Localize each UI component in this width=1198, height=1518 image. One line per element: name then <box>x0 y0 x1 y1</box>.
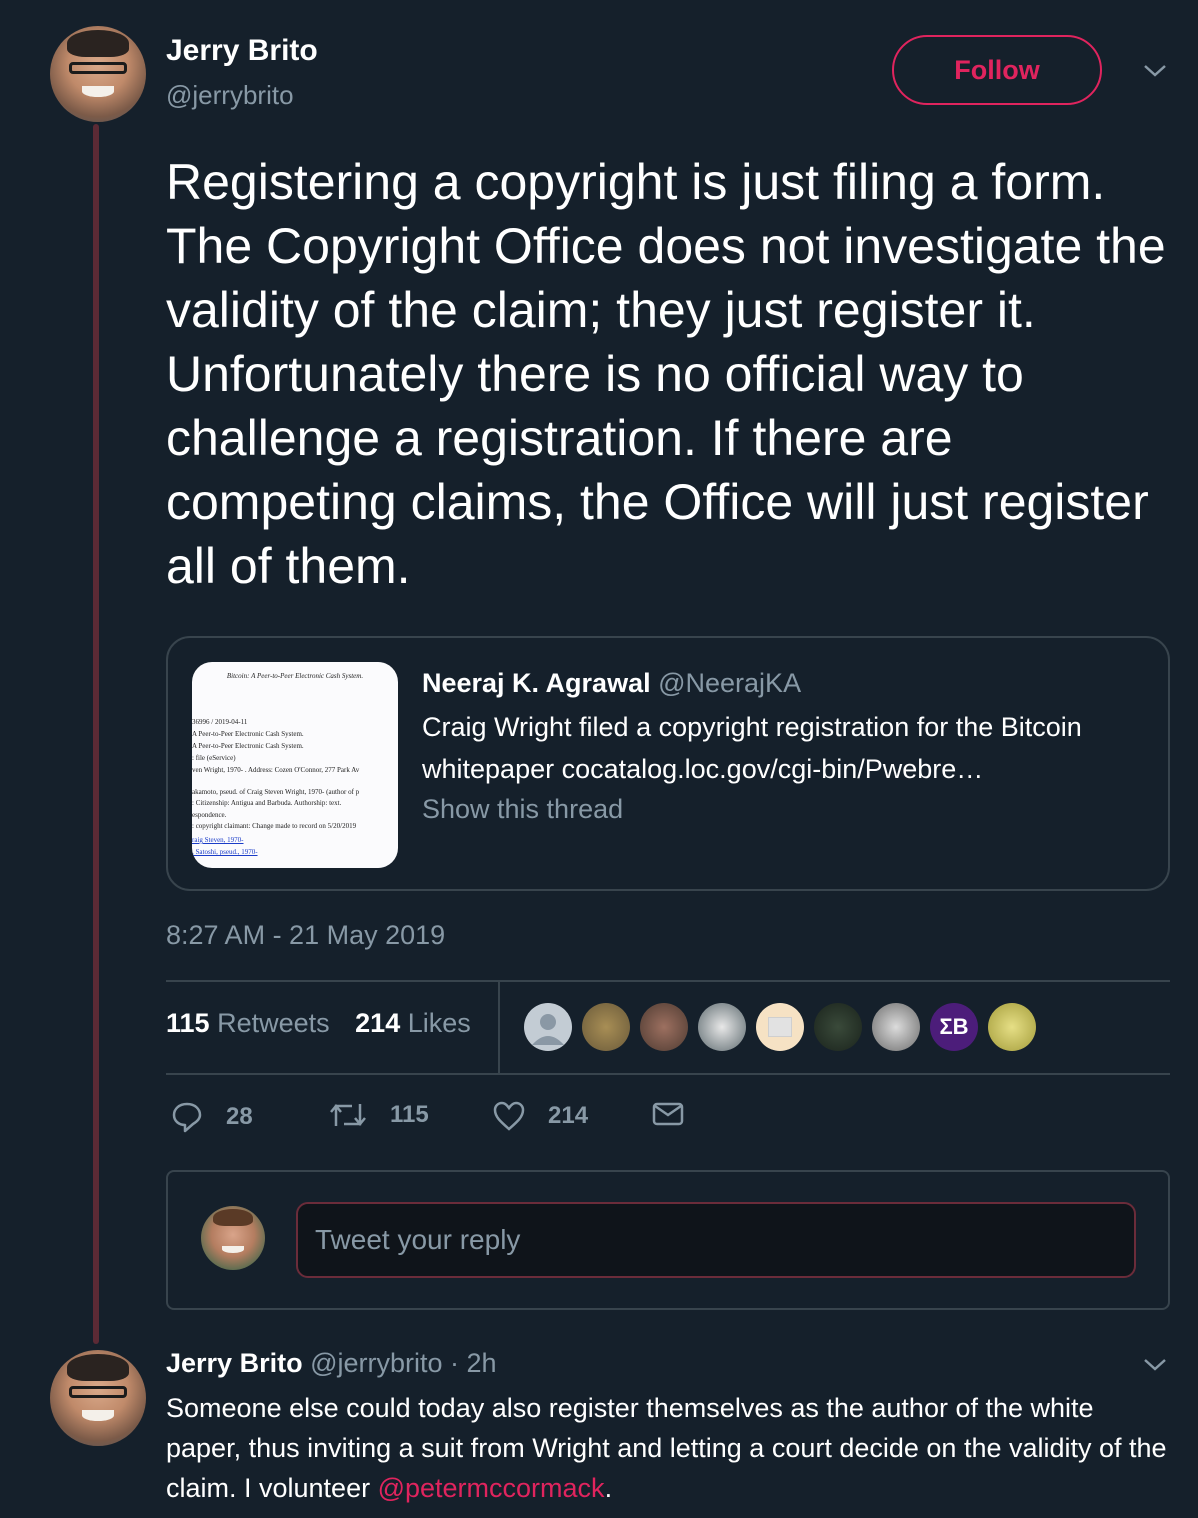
quoted-tweet-thumbnail: Bitcoin: A Peer-to-Peer Electronic Cash … <box>192 662 398 868</box>
author-name[interactable]: Jerry Brito <box>166 34 318 68</box>
heart-icon <box>493 1101 525 1131</box>
sigma-bitcoin-logo-avatar[interactable]: ΣB <box>930 1003 978 1051</box>
thumbnail-line: : copyright claimant: Change made to rec… <box>192 822 357 830</box>
liker-avatar-default[interactable] <box>524 1003 572 1051</box>
thumbnail-line: espondence. <box>192 811 227 819</box>
reply-icon <box>172 1102 202 1133</box>
tweet-timestamp[interactable]: 8:27 AM - 21 May 2019 <box>166 920 445 951</box>
divider <box>166 980 1170 982</box>
reply-text-body: Someone else could today also register t… <box>166 1393 1167 1503</box>
thumbnail-line: : Citizenship: Antigua and Barbuda. Auth… <box>192 799 342 807</box>
liker-avatar[interactable] <box>814 1003 862 1051</box>
chevron-down-icon[interactable] <box>1142 62 1168 80</box>
quoted-author-handle: @NeerajKA <box>658 668 802 698</box>
reply-text-end: . <box>604 1473 613 1503</box>
tweet-text: Registering a copyright is just filing a… <box>166 154 1166 594</box>
retweets-stat[interactable]: 115 Retweets <box>166 1008 330 1038</box>
current-user-avatar[interactable] <box>201 1206 265 1270</box>
thread-line <box>93 124 99 1344</box>
thumbnail-line: : file (eService) <box>192 754 236 762</box>
retweet-icon <box>330 1104 366 1126</box>
reply-input[interactable]: Tweet your reply <box>296 1202 1136 1278</box>
retweet-action[interactable]: 115 <box>328 1100 429 1130</box>
reply-time[interactable]: · 2h <box>450 1348 497 1378</box>
quoted-tweet-card[interactable]: Bitcoin: A Peer-to-Peer Electronic Cash … <box>166 636 1170 891</box>
reply-author-name[interactable]: Jerry Brito <box>166 1348 303 1378</box>
quoted-tweet-text: Craig Wright filed a copyright registrat… <box>422 712 1082 784</box>
liker-avatar[interactable] <box>756 1003 804 1051</box>
reply-author-avatar[interactable] <box>50 1350 146 1446</box>
quoted-tweet-author[interactable]: Neeraj K. Agrawal @NeerajKA <box>422 668 801 699</box>
reply-author-handle[interactable]: @jerrybrito <box>310 1348 442 1378</box>
liker-avatar[interactable] <box>988 1003 1036 1051</box>
reply-author-row: Jerry Brito @jerrybrito · 2h <box>166 1348 497 1379</box>
quoted-author-name: Neeraj K. Agrawal <box>422 668 651 698</box>
likes-stat[interactable]: 214 Likes <box>355 1008 471 1038</box>
liker-avatar[interactable] <box>698 1003 746 1051</box>
retweets-count: 115 <box>166 1008 210 1038</box>
liker-avatar[interactable] <box>640 1003 688 1051</box>
like-count: 214 <box>548 1102 589 1129</box>
divider <box>166 1073 1170 1075</box>
author-handle[interactable]: @jerrybrito <box>166 80 294 111</box>
author-avatar[interactable] <box>50 26 146 122</box>
direct-message-action[interactable] <box>652 1100 706 1128</box>
thumbnail-link: raig Steven, 1970- <box>192 836 244 844</box>
liker-avatar[interactable] <box>872 1003 920 1051</box>
reply-tweet-text: Someone else could today also register t… <box>166 1388 1176 1508</box>
retweets-label: Retweets <box>217 1008 330 1038</box>
follow-button[interactable]: Follow <box>892 35 1102 105</box>
thumbnail-line: A Peer-to-Peer Electronic Cash System. <box>192 730 304 738</box>
like-action[interactable]: 214 <box>492 1100 588 1132</box>
thumbnail-line: 36996 / 2019-04-11 <box>192 718 248 726</box>
thumbnail-line: akamoto, pseud. of Craig Steven Wright, … <box>192 788 360 796</box>
likes-count: 214 <box>355 1008 401 1038</box>
stats-divider <box>498 982 500 1074</box>
thumbnail-link: , Satoshi, pseud., 1970- <box>192 848 258 856</box>
retweet-count: 115 <box>390 1101 429 1128</box>
envelope-icon <box>652 1102 684 1126</box>
likes-label: Likes <box>407 1008 471 1038</box>
chevron-down-icon[interactable] <box>1142 1356 1168 1374</box>
liker-avatar[interactable] <box>582 1003 630 1051</box>
thumbnail-line: A Peer-to-Peer Electronic Cash System. <box>192 742 304 750</box>
reply-action[interactable]: 28 <box>170 1100 253 1134</box>
thumbnail-line: ven Wright, 1970- . Address: Cozen O'Con… <box>192 766 360 774</box>
show-thread-link[interactable]: Show this thread <box>422 794 623 825</box>
tweet-stats: 115 Retweets 214 Likes <box>166 1008 471 1039</box>
reply-count: 28 <box>226 1103 253 1130</box>
mention-link[interactable]: @petermccormack <box>378 1473 605 1503</box>
thumbnail-title: Bitcoin: A Peer-to-Peer Electronic Cash … <box>226 672 364 680</box>
